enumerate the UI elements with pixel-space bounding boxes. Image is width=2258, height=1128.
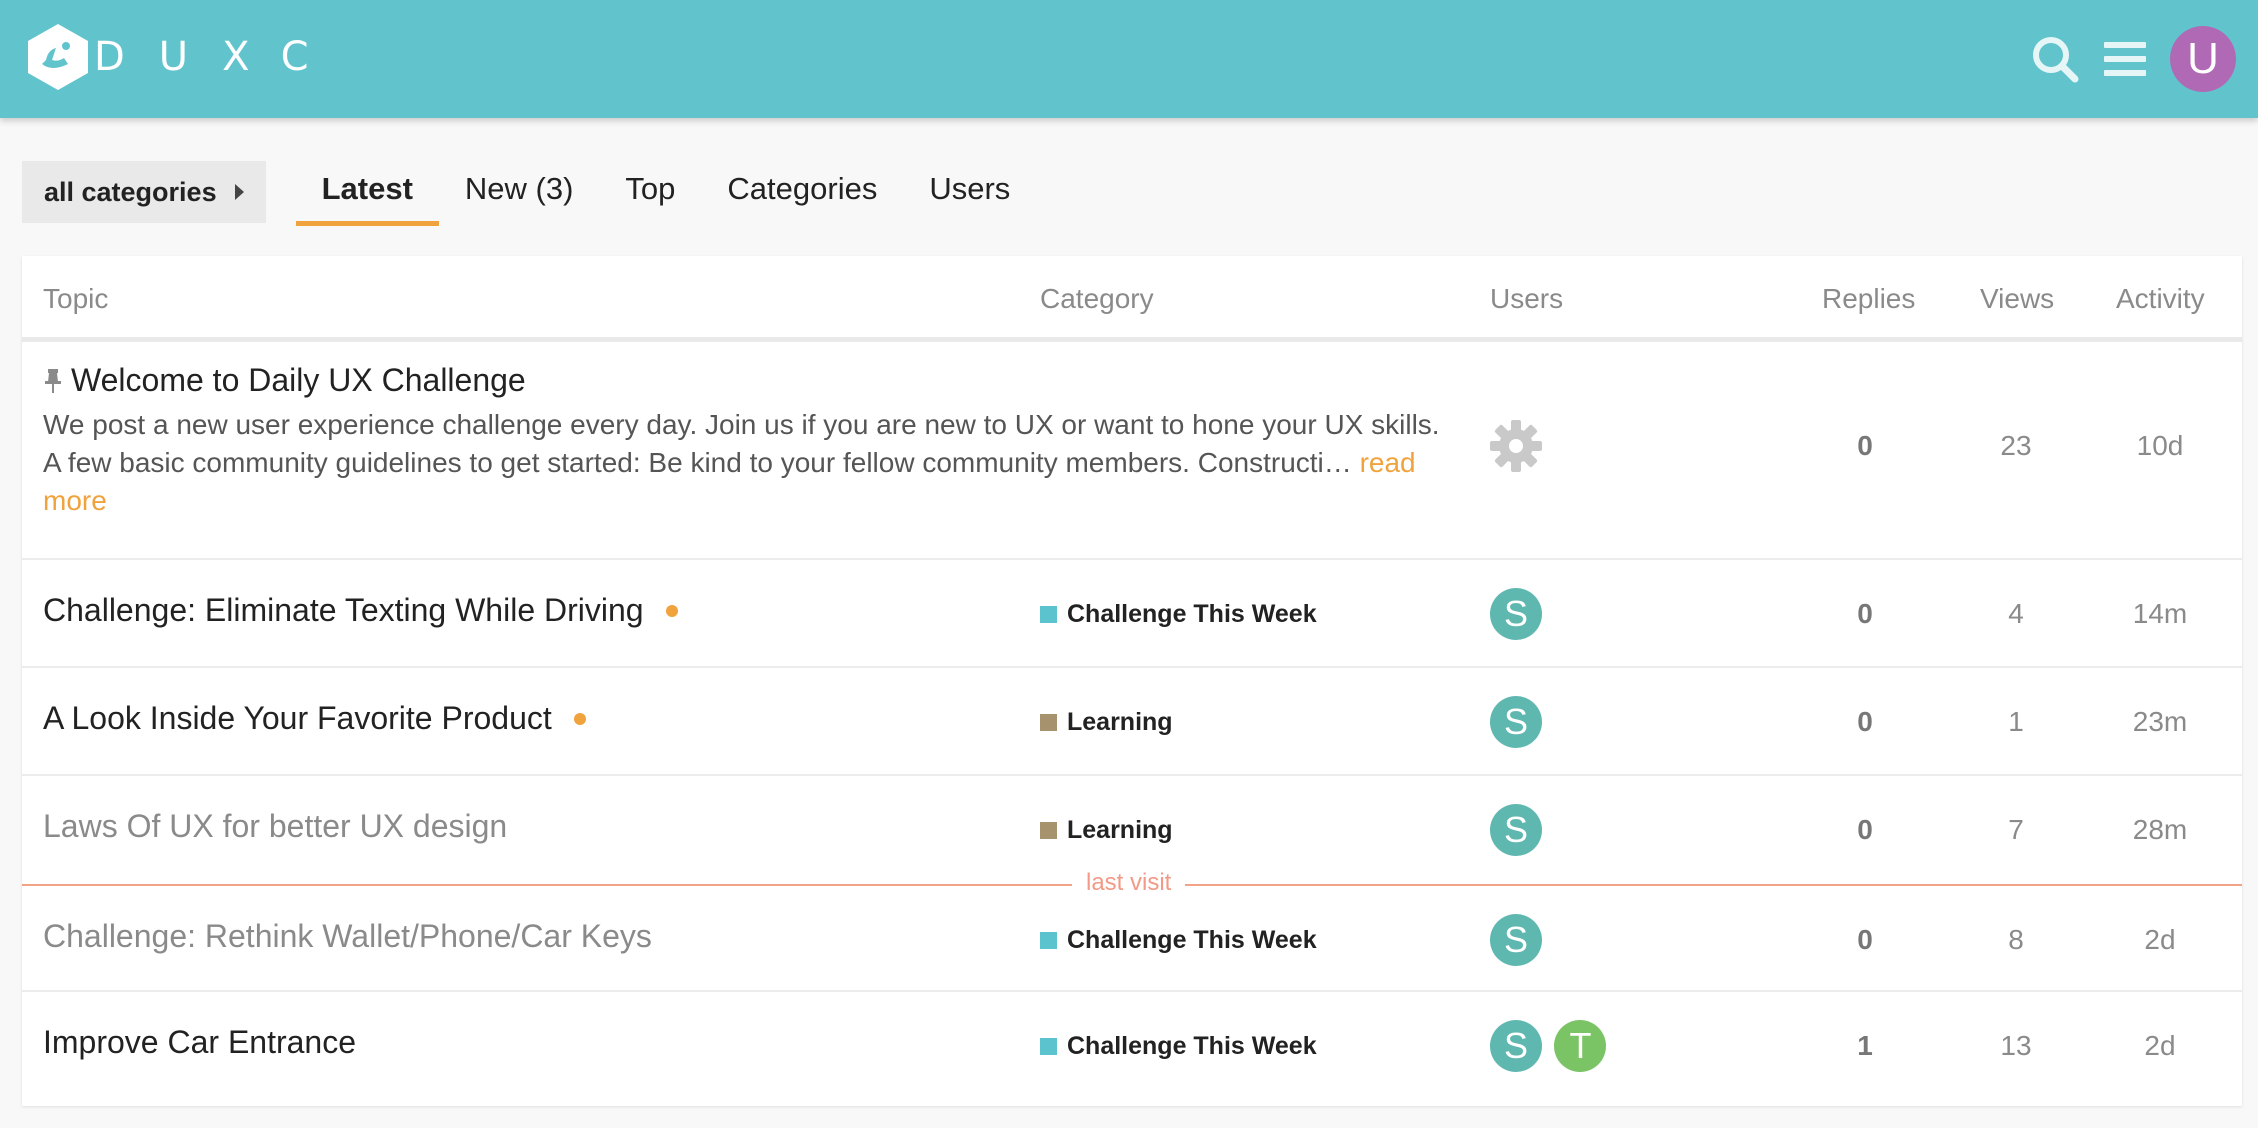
pin-icon — [45, 368, 61, 393]
topic-title[interactable]: A Look Inside Your Favorite Product — [43, 700, 552, 737]
table-row: Laws Of UX for better UX design Learning… — [22, 776, 2242, 884]
tab-top[interactable]: Top — [599, 158, 701, 226]
replies-count: 0 — [1857, 430, 1873, 461]
topic-title[interactable]: Welcome to Daily UX Challenge — [71, 362, 526, 399]
tab-users[interactable]: Users — [903, 158, 1036, 226]
topic-title[interactable]: Improve Car Entrance — [43, 1024, 356, 1060]
topic-title[interactable]: Challenge: Eliminate Texting While Drivi… — [43, 592, 644, 629]
activity-time[interactable]: 14m — [2120, 598, 2200, 630]
table-row: Improve Car Entrance Challenge This Week… — [22, 992, 2242, 1100]
new-topic-dot-icon — [665, 604, 678, 617]
activity-time[interactable]: 23m — [2120, 706, 2200, 738]
participants: S — [1490, 914, 1550, 966]
category-dropdown[interactable]: all categories — [22, 161, 266, 223]
system-user-avatar[interactable] — [1490, 420, 1542, 477]
user-avatar[interactable]: U — [2170, 26, 2236, 92]
new-topic-dot-icon — [573, 712, 586, 725]
logo-text: DUXC — [94, 34, 343, 80]
category-badge[interactable]: Learning — [1040, 816, 1173, 845]
category-color-swatch — [1040, 714, 1057, 731]
site-header: DUXC U — [0, 0, 2258, 118]
category-color-swatch — [1040, 606, 1057, 623]
header-replies[interactable]: Replies — [1822, 256, 1915, 342]
replies-count: 0 — [1857, 924, 1873, 955]
replies-count: 0 — [1857, 814, 1873, 845]
category-name: Challenge This Week — [1067, 600, 1317, 628]
category-badge[interactable]: Challenge This Week — [1040, 926, 1317, 955]
views-count: 8 — [2008, 924, 2024, 955]
tab-latest[interactable]: Latest — [295, 158, 439, 226]
category-badge[interactable]: Challenge This Week — [1040, 1032, 1317, 1061]
topic-title[interactable]: Challenge: Rethink Wallet/Phone/Car Keys — [43, 918, 652, 954]
nav-tabs: Latest New (3) Top Categories Users — [295, 158, 1037, 226]
table-row: Challenge: Eliminate Texting While Drivi… — [22, 560, 2242, 668]
user-avatar-s[interactable]: S — [1490, 696, 1542, 748]
gear-icon — [1490, 420, 1542, 472]
participants: S — [1490, 588, 1550, 640]
user-avatar-s[interactable]: S — [1490, 1020, 1542, 1072]
table-row: A Look Inside Your Favorite Product Lear… — [22, 668, 2242, 776]
header-category[interactable]: Category — [1040, 256, 1154, 342]
category-name: Learning — [1067, 708, 1173, 736]
category-color-swatch — [1040, 822, 1057, 839]
category-color-swatch — [1040, 932, 1057, 949]
tab-categories[interactable]: Categories — [701, 158, 903, 226]
views-count: 23 — [2000, 430, 2032, 461]
menu-icon — [2104, 42, 2146, 76]
header-topic[interactable]: Topic — [43, 256, 108, 342]
views-count: 7 — [2008, 814, 2024, 845]
table-row: Challenge: Rethink Wallet/Phone/Car Keys… — [22, 884, 2242, 992]
participants: S — [1490, 804, 1550, 856]
table-header: Topic Category Users Replies Views Activ… — [22, 256, 2242, 342]
replies-count: 1 — [1857, 1030, 1873, 1061]
table-row-pinned: Welcome to Daily UX Challenge We post a … — [22, 342, 2242, 560]
activity-time[interactable]: 2d — [2120, 924, 2200, 956]
category-badge[interactable]: Learning — [1040, 708, 1173, 737]
excerpt-text: We post a new user experience challenge … — [43, 409, 1440, 478]
user-avatar-s[interactable]: S — [1490, 588, 1542, 640]
topic-list: Topic Category Users Replies Views Activ… — [22, 256, 2242, 1106]
views-count: 13 — [2000, 1030, 2032, 1061]
activity-time[interactable]: 2d — [2120, 1030, 2200, 1062]
user-avatar-s[interactable]: S — [1490, 804, 1542, 856]
category-name: Challenge This Week — [1067, 1032, 1317, 1060]
user-avatar-s[interactable]: S — [1490, 914, 1542, 966]
caret-right-icon — [234, 184, 244, 200]
participants: S — [1490, 696, 1550, 748]
category-color-swatch — [1040, 1038, 1057, 1055]
category-dropdown-label: all categories — [44, 176, 217, 207]
menu-button[interactable] — [2090, 24, 2160, 94]
category-name: Challenge This Week — [1067, 926, 1317, 954]
topic-excerpt: We post a new user experience challenge … — [43, 406, 1453, 520]
header-views[interactable]: Views — [1980, 256, 2054, 342]
header-activity[interactable]: Activity — [2116, 256, 2205, 342]
category-name: Learning — [1067, 816, 1173, 844]
header-actions: U — [2020, 24, 2236, 94]
header-users[interactable]: Users — [1490, 256, 1563, 342]
site-logo[interactable]: DUXC — [26, 22, 343, 92]
topic-title[interactable]: Laws Of UX for better UX design — [43, 808, 507, 844]
search-button[interactable] — [2020, 24, 2090, 94]
replies-count: 0 — [1857, 706, 1873, 737]
logo-hexagon-icon — [26, 22, 90, 92]
views-count: 1 — [2008, 706, 2024, 737]
category-badge[interactable]: Challenge This Week — [1040, 600, 1317, 629]
activity-time[interactable]: 28m — [2120, 814, 2200, 846]
tab-new[interactable]: New (3) — [439, 158, 600, 226]
views-count: 4 — [2008, 598, 2024, 629]
topic-navigation: all categories Latest New (3) Top Catego… — [22, 158, 1036, 226]
participants: S T — [1490, 1020, 1614, 1072]
search-icon — [2033, 37, 2079, 83]
user-avatar-t[interactable]: T — [1554, 1020, 1607, 1072]
replies-count: 0 — [1857, 598, 1873, 629]
activity-time[interactable]: 10d — [2120, 430, 2200, 462]
